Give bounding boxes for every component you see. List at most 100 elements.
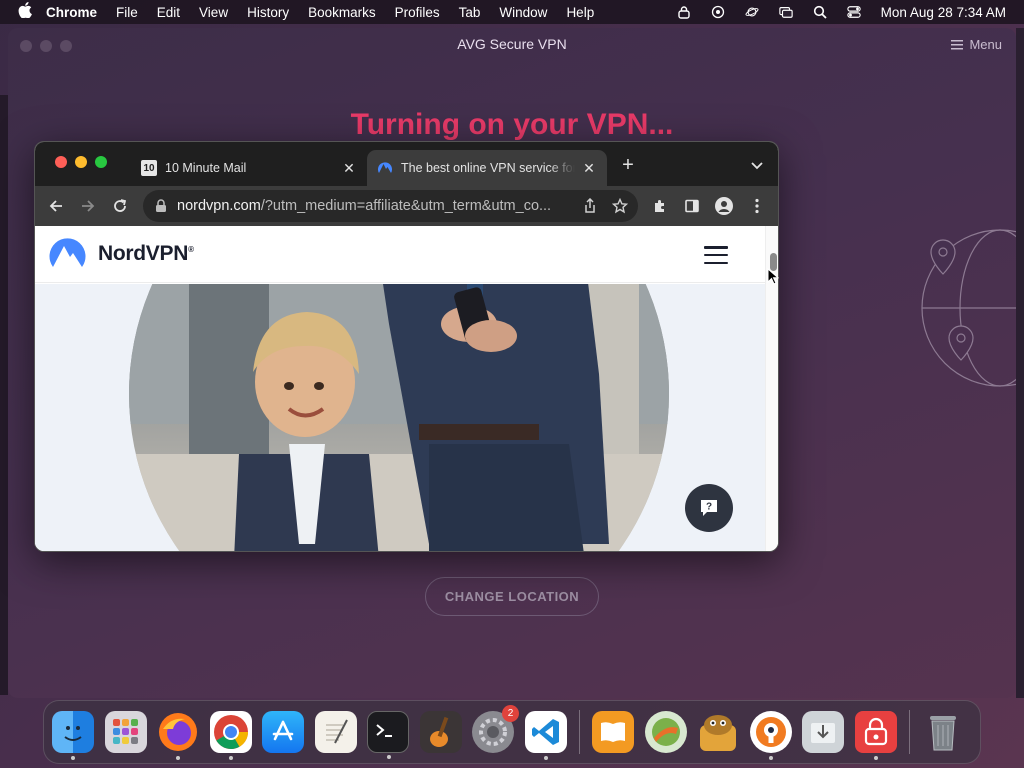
menu-tab[interactable]: Tab xyxy=(459,5,481,20)
chrome-window-controls xyxy=(55,156,107,168)
chrome-tab-strip: 10 10 Minute Mail ✕ The best online VPN … xyxy=(35,142,778,186)
nordvpn-header: NordVPN® xyxy=(35,226,778,283)
hamburger-icon xyxy=(951,39,964,49)
macos-dock: 2 xyxy=(43,700,981,764)
background-window-right xyxy=(1016,28,1024,698)
url-text: nordvpn.com/?utm_medium=affiliate&utm_te… xyxy=(177,198,567,214)
hero-section: ? xyxy=(35,284,765,551)
avg-menu-button[interactable]: Menu xyxy=(951,37,1002,52)
tab-search-chevron-icon[interactable] xyxy=(750,158,764,172)
macos-menu-bar: Chrome File Edit View History Bookmarks … xyxy=(0,0,1024,24)
svg-text:?: ? xyxy=(706,502,712,513)
downloads-icon[interactable] xyxy=(802,711,844,753)
menu-help[interactable]: Help xyxy=(566,5,594,20)
tab-nordvpn[interactable]: The best online VPN service for speed an… xyxy=(367,150,607,186)
url-host: nordvpn.com xyxy=(177,198,261,214)
cheese-app-icon[interactable] xyxy=(697,711,739,753)
chrome-window: 10 10 Minute Mail ✕ The best online VPN … xyxy=(34,141,779,552)
vpn-app-icon[interactable] xyxy=(644,711,687,753)
vscode-icon[interactable] xyxy=(524,711,567,760)
lock-icon[interactable] xyxy=(155,199,167,213)
terminal-icon[interactable] xyxy=(367,711,409,759)
running-indicator xyxy=(228,756,233,760)
spotlight-search-icon[interactable] xyxy=(813,5,827,19)
notification-badge: 2 xyxy=(502,705,519,722)
dock-separator xyxy=(909,710,910,754)
tab-title: The best online VPN service for speed an… xyxy=(401,161,575,175)
close-tab-icon[interactable]: ✕ xyxy=(341,160,357,176)
nordvpn-logo-text[interactable]: NordVPN® xyxy=(98,242,194,266)
menu-history[interactable]: History xyxy=(247,5,289,20)
extensions-puzzle-icon[interactable] xyxy=(651,197,669,215)
menu-file[interactable]: File xyxy=(116,5,138,20)
control-center-icon[interactable] xyxy=(846,5,861,19)
avg-vpn-icon[interactable] xyxy=(854,711,897,760)
menu-bar-clock[interactable]: Mon Aug 28 7:34 AM xyxy=(881,5,1006,20)
running-indicator xyxy=(176,756,180,760)
chrome-icon[interactable] xyxy=(209,711,252,760)
chrome-minimize-button[interactable] xyxy=(75,156,87,168)
url-path: /?utm_medium=affiliate&utm_term&utm_co..… xyxy=(260,198,552,214)
new-tab-button[interactable]: + xyxy=(619,154,637,176)
background-window-left xyxy=(0,95,8,695)
running-indicator xyxy=(768,756,773,760)
nordvpn-page: NordVPN® ? xyxy=(35,226,778,551)
address-bar[interactable]: nordvpn.com/?utm_medium=affiliate&utm_te… xyxy=(143,190,638,222)
screen-mirroring-icon[interactable] xyxy=(778,5,793,19)
garageband-icon[interactable] xyxy=(419,711,462,753)
running-indicator xyxy=(543,756,548,760)
menu-app-name[interactable]: Chrome xyxy=(46,5,97,20)
menu-window[interactable]: Window xyxy=(499,5,547,20)
firefox-icon[interactable] xyxy=(157,711,199,760)
system-settings-icon[interactable]: 2 xyxy=(472,705,519,753)
site-menu-hamburger-icon[interactable] xyxy=(704,246,728,264)
apple-menu-icon[interactable] xyxy=(18,2,32,22)
avg-window-title: AVG Secure VPN xyxy=(457,36,567,52)
planet-status-icon[interactable] xyxy=(745,5,759,19)
share-icon[interactable] xyxy=(582,198,598,214)
running-indicator xyxy=(71,756,75,760)
globe-map-icon xyxy=(921,229,1016,387)
textedit-icon[interactable] xyxy=(314,711,357,753)
menu-profiles[interactable]: Profiles xyxy=(395,5,440,20)
chat-bubble-icon: ? xyxy=(701,500,717,516)
tab-10-minute-mail[interactable]: 10 10 Minute Mail ✕ xyxy=(131,150,367,186)
running-indicator xyxy=(387,755,391,759)
airplay-audio-icon[interactable] xyxy=(711,5,725,19)
chrome-menu-kebab-icon[interactable] xyxy=(748,197,766,215)
brand-name: NordVPN xyxy=(98,242,189,265)
chrome-zoom-button[interactable] xyxy=(95,156,107,168)
tab-title: 10 Minute Mail xyxy=(165,161,247,175)
change-location-button[interactable]: CHANGE LOCATION xyxy=(425,577,599,616)
vpn-lock-status-icon[interactable] xyxy=(677,5,691,19)
ten-minute-mail-favicon: 10 xyxy=(141,160,157,176)
bookmark-star-icon[interactable] xyxy=(612,198,628,214)
back-arrow-icon[interactable] xyxy=(47,197,65,215)
books-icon[interactable] xyxy=(592,711,634,753)
menu-bookmarks[interactable]: Bookmarks xyxy=(308,5,376,20)
dock-separator xyxy=(579,710,580,754)
profile-avatar-icon[interactable] xyxy=(715,197,733,215)
finder-icon[interactable] xyxy=(52,711,94,760)
nordvpn-favicon xyxy=(377,160,393,176)
menu-edit[interactable]: Edit xyxy=(157,5,180,20)
app-store-icon[interactable] xyxy=(262,711,304,753)
menu-view[interactable]: View xyxy=(199,5,228,20)
trademark-symbol: ® xyxy=(188,245,194,254)
chrome-close-button[interactable] xyxy=(55,156,67,168)
nordvpn-logo-icon[interactable] xyxy=(49,237,89,271)
launchpad-icon[interactable] xyxy=(104,711,147,753)
trash-icon[interactable] xyxy=(922,711,964,753)
side-panel-icon[interactable] xyxy=(683,197,701,215)
close-tab-icon[interactable]: ✕ xyxy=(581,160,597,176)
running-indicator xyxy=(873,756,878,760)
avg-menu-label: Menu xyxy=(969,37,1002,52)
reload-icon[interactable] xyxy=(111,197,129,215)
live-chat-button[interactable]: ? xyxy=(685,484,733,532)
avg-status-heading: Turning on your VPN... xyxy=(350,108,674,141)
mouse-cursor-icon xyxy=(767,268,779,285)
chrome-toolbar: nordvpn.com/?utm_medium=affiliate&utm_te… xyxy=(35,186,778,226)
hero-photo-father-and-son xyxy=(129,284,669,551)
forward-arrow-icon[interactable] xyxy=(79,197,97,215)
openvpn-icon[interactable] xyxy=(749,711,792,760)
